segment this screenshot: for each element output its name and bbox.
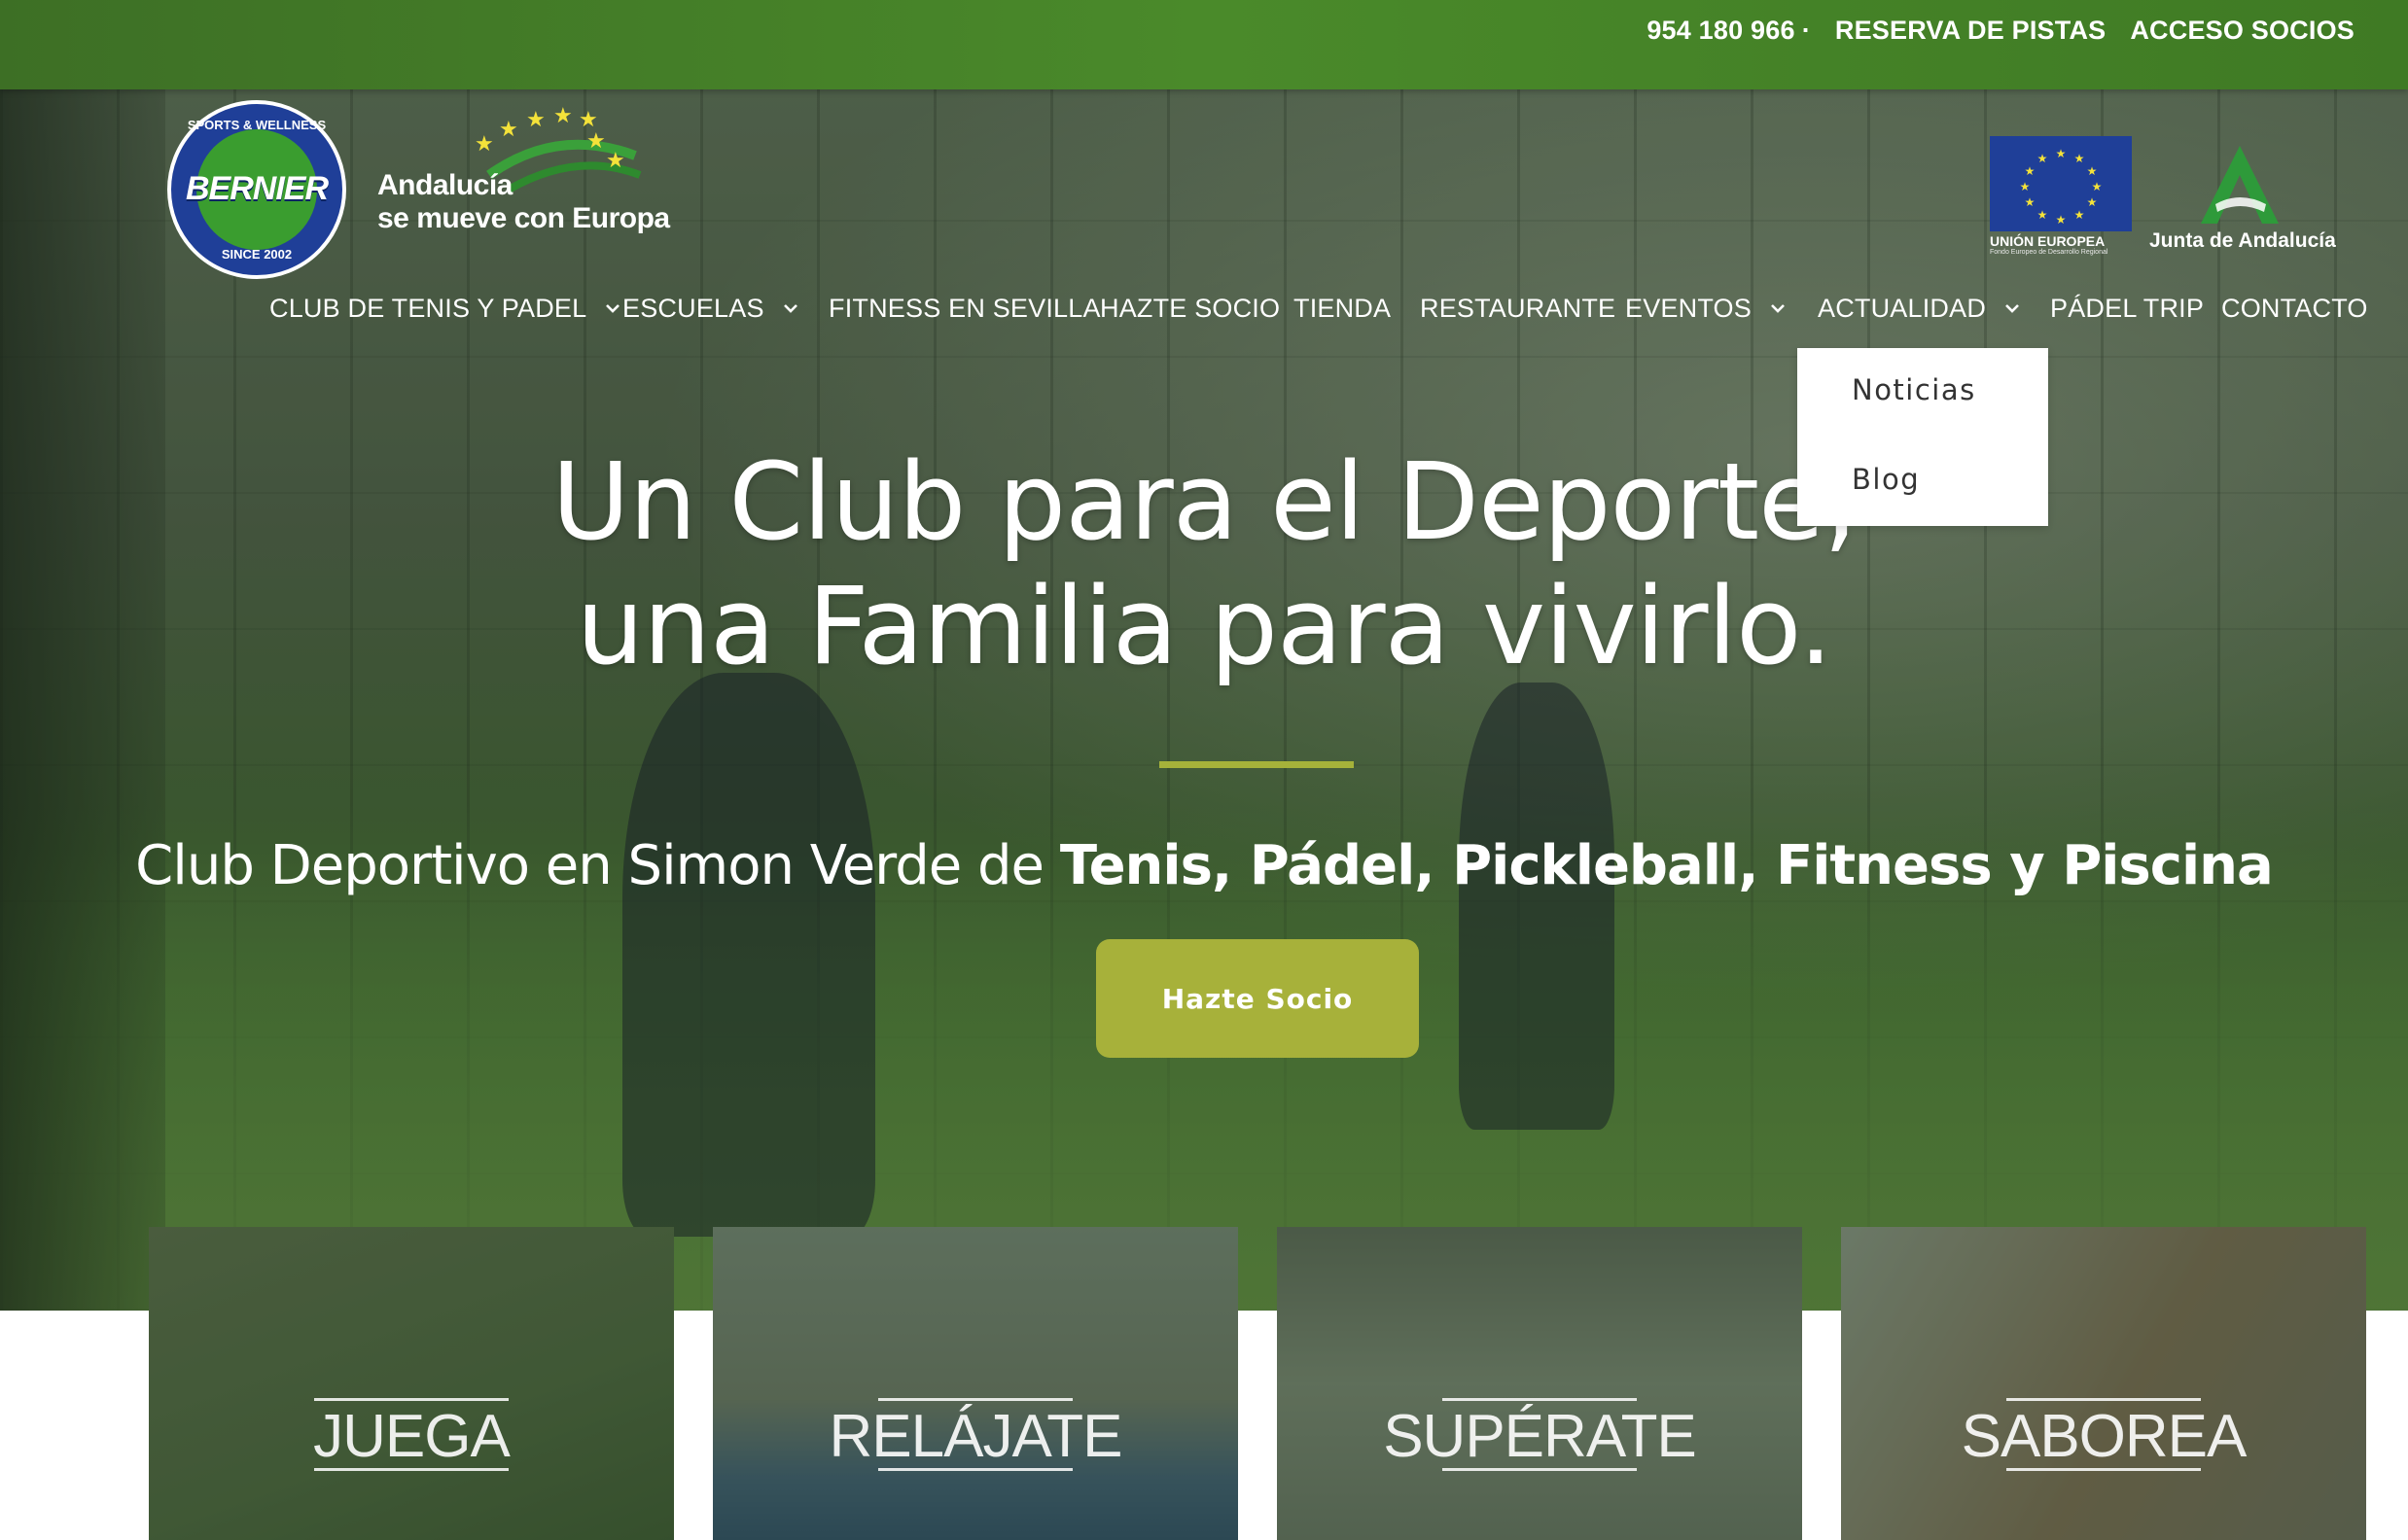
nav-item-eventos[interactable]: EVENTOS [1625,284,1787,332]
nav-item-label: CLUB DE TENIS Y PADEL [269,293,587,323]
nav-item-label: ESCUELAS [622,293,764,323]
card-juega[interactable]: JUEGA [149,1227,674,1540]
card-label-line-bottom [878,1468,1073,1471]
eu-flag-icon: ★ ★ ★ ★ ★ ★ ★ ★ ★ ★ ★ ★ [1990,136,2132,231]
hazte-socio-button[interactable]: Hazte Socio [1096,939,1419,1058]
hero-subtitle-prefix: Club Deportivo en Simon Verde de [135,834,1060,897]
svg-text:★: ★ [2092,180,2103,193]
dropdown-item-noticias[interactable]: Noticias [1852,373,1976,406]
chevron-down-icon [606,304,620,313]
svg-text:★: ★ [2056,213,2067,227]
member-access-link[interactable]: ACCESO SOCIOS [2130,16,2355,46]
nav-item-label: HAZTE SOCIO [1100,293,1281,323]
andalucia-logo-line2: se mueve con Europa [377,202,670,234]
svg-text:★: ★ [2074,208,2085,222]
card-saborea[interactable]: SABOREA [1841,1227,2366,1540]
hero-subtitle: Club Deportivo en Simon Verde de Tenis, … [0,834,2408,897]
nav-item-fitness[interactable]: FITNESS EN SEVILLA [829,284,1101,332]
card-label: JUEGA [313,1403,511,1470]
top-bar-links: 954 180 966 · RESERVA DE PISTAS ACCESO S… [1647,0,2355,60]
card-tint [713,1227,1238,1540]
card-tint [1277,1227,1802,1540]
card-label-line-top [1442,1398,1637,1401]
nav-item-tienda[interactable]: TIENDA [1293,284,1391,332]
svg-text:★: ★ [2087,164,2098,178]
svg-text:★: ★ [2056,147,2067,160]
bernier-logo-ring-bottom: SINCE 2002 [221,247,293,262]
card-tint [1841,1227,2366,1540]
chevron-down-icon [2005,304,2019,313]
hero-title-line2: una Familia para vivirlo. [576,564,1833,688]
svg-text:★: ★ [499,118,518,142]
chevron-down-icon [783,304,797,313]
svg-text:★: ★ [586,129,606,154]
nav-item-contacto[interactable]: CONTACTO [2221,284,2368,332]
nav-item-hazte-socio[interactable]: HAZTE SOCIO [1100,284,1280,332]
svg-text:★: ★ [2025,195,2036,209]
nav-item-club[interactable]: CLUB DE TENIS Y PADEL [269,284,621,332]
svg-text:★: ★ [2074,152,2085,165]
svg-text:★: ★ [606,149,625,173]
card-label-line-top [878,1398,1073,1401]
card-label-line-top [314,1398,509,1401]
eu-logo: ★ ★ ★ ★ ★ ★ ★ ★ ★ ★ ★ ★ UNIÓN EUROPEA Fo… [1990,136,2132,257]
bernier-logo-brand: BERNIER [185,170,329,207]
junta-a-icon [2201,146,2279,224]
nav-item-restaurante[interactable]: RESTAURANTE [1420,284,1615,332]
bernier-logo-ring-top: SPORTS & WELLNESS [187,118,327,132]
nav-item-escuelas[interactable]: ESCUELAS [622,284,799,332]
main-nav: CLUB DE TENIS Y PADEL ESCUELAS FITNESS E… [0,284,2408,332]
card-relajate[interactable]: RELÁJATE [713,1227,1238,1540]
hero-divider [1159,761,1354,768]
card-label: SABOREA [1961,1403,2248,1470]
svg-text:★: ★ [2025,164,2036,178]
card-label-line-bottom [314,1468,509,1471]
svg-text:★: ★ [2087,195,2098,209]
actualidad-dropdown: Noticias Blog [1797,348,2048,526]
chevron-down-icon [1771,304,1785,313]
reserve-courts-link[interactable]: RESERVA DE PISTAS [1835,16,2106,46]
nav-item-label: FITNESS EN SEVILLA [829,293,1101,323]
svg-text:★: ★ [2020,180,2031,193]
card-label-line-top [2006,1398,2201,1401]
nav-item-label: PÁDEL TRIP [2050,293,2205,323]
hero-overlay [0,89,2408,1311]
svg-text:★: ★ [526,108,546,132]
andalucia-logo-line1: Andalucía [377,169,513,201]
junta-logo-caption: Junta de Andalucía [2149,229,2336,252]
dropdown-item-blog[interactable]: Blog [1852,463,1920,496]
andalucia-europa-logo: ★ ★ ★ ★ ★ ★ ★ Andalucía se mueve con Eur… [377,107,670,243]
top-bar-separator: · [1801,15,1811,45]
nav-item-label: ACTUALIDAD [1818,293,1987,323]
nav-item-actualidad[interactable]: ACTUALIDAD [1818,284,2021,332]
eu-logo-subcaption: Fondo Europeo de Desarrollo Regional [1990,249,2108,256]
card-label-line-bottom [2006,1468,2201,1471]
nav-item-label: TIENDA [1293,293,1392,323]
svg-text:★: ★ [475,132,494,157]
nav-item-label: RESTAURANTE [1420,293,1616,323]
top-bar: 954 180 966 · RESERVA DE PISTAS ACCESO S… [0,0,2408,89]
eu-logo-caption: UNIÓN EUROPEA [1990,233,2106,249]
hero-background [0,89,2408,1311]
svg-text:★: ★ [553,107,573,128]
phone-link[interactable]: 954 180 966 [1647,16,1794,46]
nav-item-label: EVENTOS [1625,293,1752,323]
hero-subtitle-bold: Tenis, Pádel, Pickleball, Fitness y Pisc… [1059,834,2274,897]
nav-item-padel-trip[interactable]: PÁDEL TRIP [2050,284,2204,332]
card-tint [149,1227,674,1540]
card-superate[interactable]: SUPÉRATE [1277,1227,1802,1540]
svg-text:★: ★ [2037,152,2048,165]
nav-item-label: CONTACTO [2221,293,2368,323]
junta-andalucia-logo: Junta de Andalucía [2145,144,2340,261]
eu-stars-icon: ★ ★ ★ ★ ★ ★ ★ ★ ★ ★ ★ ★ [2020,147,2103,227]
card-label-line-bottom [1442,1468,1637,1471]
card-label: SUPÉRATE [1383,1403,1697,1470]
card-label: RELÁJATE [829,1403,1123,1470]
bernier-logo[interactable]: SPORTS & WELLNESS BERNIER SINCE 2002 [167,100,346,279]
svg-text:★: ★ [2037,208,2048,222]
